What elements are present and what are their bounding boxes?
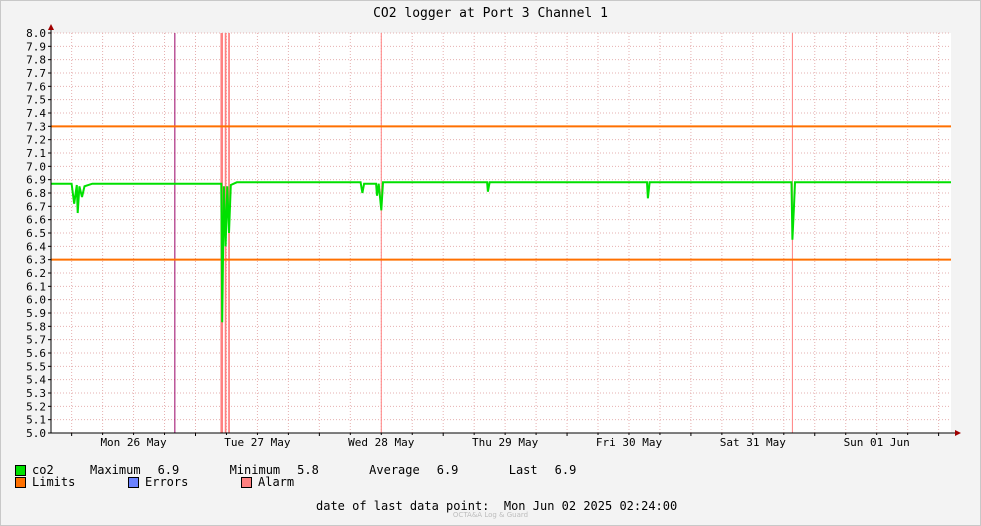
co2-swatch xyxy=(15,464,26,476)
x-tick-label: Thu 29 May xyxy=(472,436,539,449)
x-tick-label: Sun 01 Jun xyxy=(844,436,910,449)
y-tick-label: 7.7 xyxy=(26,67,46,80)
alarm-swatch xyxy=(241,476,252,488)
errors-swatch xyxy=(128,476,139,488)
y-tick-label: 5.9 xyxy=(26,307,46,320)
y-tick-label: 5.6 xyxy=(26,347,46,360)
y-tick-label: 5.0 xyxy=(26,427,46,440)
chart-page: CO2 logger at Port 3 Channel 1 5.0 5.1 5.2… xyxy=(0,0,981,526)
stat-last-value: 6.9 xyxy=(554,463,577,477)
y-tick-label: 6.7 xyxy=(26,200,46,213)
y-tick-label: 8.0 xyxy=(26,27,46,40)
y-tick-label: 6.4 xyxy=(26,240,46,253)
y-tick-label: 5.8 xyxy=(26,320,46,333)
x-tick-label: Tue 27 May xyxy=(224,436,291,449)
stat-min-value: 5.8 xyxy=(297,463,319,477)
stat-avg-label: Average xyxy=(369,463,420,477)
legend-errors-label: Errors xyxy=(145,475,189,489)
y-tick-label: 6.0 xyxy=(26,294,46,307)
y-tick-label: 7.9 xyxy=(26,40,46,53)
x-tick-label: Wed 28 May xyxy=(348,436,415,449)
legend-alarm-label: Alarm xyxy=(258,475,295,489)
stat-avg-value: 6.9 xyxy=(436,463,459,477)
y-tick-label: 6.3 xyxy=(26,254,46,267)
x-tick-label: Sat 31 May xyxy=(720,436,787,449)
y-tick-label: 6.9 xyxy=(26,174,46,187)
y-tick-label: 7.4 xyxy=(26,107,46,120)
y-tick-label: 5.5 xyxy=(26,360,46,373)
legend-limits-label: Limits xyxy=(32,475,76,489)
y-tick-label: 7.2 xyxy=(26,134,46,147)
y-tick-label: 7.3 xyxy=(26,120,46,133)
legend-row-flags: Limits Errors Alarm xyxy=(15,475,294,489)
y-axis-arrow xyxy=(48,24,54,30)
y-tick-label: 7.0 xyxy=(26,160,46,173)
stat-last-label: Last xyxy=(508,463,538,477)
y-tick-label: 6.2 xyxy=(26,267,46,280)
chart-svg: 5.05.15.25.35.45.55.65.75.85.96.06.16.26… xyxy=(26,24,961,449)
limits-swatch xyxy=(15,476,26,488)
y-tick-label: 7.5 xyxy=(26,94,46,107)
y-tick-label: 5.1 xyxy=(26,414,46,427)
x-axis-arrow xyxy=(955,430,961,436)
x-tick-label: Mon 26 May xyxy=(100,436,167,449)
y-tick-label: 5.2 xyxy=(26,400,46,413)
watermark: OCTA&A Log & Guard xyxy=(452,511,529,519)
y-tick-label: 7.8 xyxy=(26,54,46,67)
y-tick-label: 7.6 xyxy=(26,80,46,93)
y-tick-label: 6.6 xyxy=(26,214,46,227)
y-tick-label: 6.8 xyxy=(26,187,46,200)
y-tick-label: 5.4 xyxy=(26,374,46,387)
y-tick-label: 6.1 xyxy=(26,280,46,293)
y-tick-label: 7.1 xyxy=(26,147,46,160)
y-tick-label: 6.5 xyxy=(26,227,46,240)
y-tick-label: 5.3 xyxy=(26,387,46,400)
y-tick-label: 5.7 xyxy=(26,334,46,347)
x-tick-label: Fri 30 May xyxy=(596,436,663,449)
